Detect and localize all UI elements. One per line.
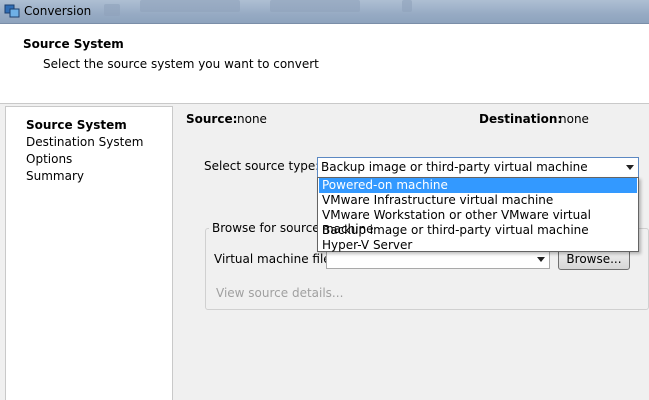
source-type-label: Select source type:: [204, 159, 320, 173]
nav-item-source-system[interactable]: Source System: [26, 117, 127, 133]
chevron-down-icon: [537, 257, 545, 262]
wizard-nav: Source System Destination System Options…: [5, 106, 173, 400]
wizard-header: Source System Select the source system y…: [0, 24, 649, 104]
source-label: Source:: [186, 112, 238, 126]
source-value: none: [237, 112, 267, 126]
option-powered-on-machine[interactable]: Powered-on machine: [319, 178, 637, 193]
background-window-blur: [140, 0, 240, 12]
background-window-blur: [270, 0, 360, 12]
view-source-details-link: View source details...: [216, 286, 344, 300]
destination-value: none: [559, 112, 589, 126]
window-title: Conversion: [24, 4, 92, 18]
option-vmware-workstation[interactable]: VMware Workstation or other VMware virtu…: [319, 208, 637, 236]
vm-file-label: Virtual machine file:: [214, 252, 335, 266]
page-title: Source System: [23, 37, 124, 51]
destination-label: Destination:: [479, 112, 563, 126]
nav-item-destination-system[interactable]: Destination System: [26, 134, 143, 150]
converter-app-icon: [4, 4, 20, 18]
background-window-blur: [402, 0, 412, 12]
background-window-blur: [104, 4, 120, 16]
browse-group-label: Browse for source: [209, 221, 323, 235]
page-subtitle: Select the source system you want to con…: [43, 57, 319, 71]
option-hyper-v-server[interactable]: Hyper-V Server: [319, 238, 637, 253]
source-type-dropdown: Powered-on machine VMware Infrastructure…: [317, 177, 639, 252]
option-vmware-infrastructure[interactable]: VMware Infrastructure virtual machine: [319, 193, 637, 208]
option-backup-image[interactable]: Backup image or third-party virtual mach…: [319, 223, 637, 238]
title-bar: Conversion: [0, 0, 649, 24]
nav-item-summary[interactable]: Summary: [26, 168, 84, 184]
source-type-select[interactable]: Backup image or third-party virtual mach…: [317, 157, 639, 178]
chevron-down-icon: [626, 165, 634, 170]
source-type-selected: Backup image or third-party virtual mach…: [321, 160, 588, 174]
nav-item-options[interactable]: Options: [26, 151, 72, 167]
